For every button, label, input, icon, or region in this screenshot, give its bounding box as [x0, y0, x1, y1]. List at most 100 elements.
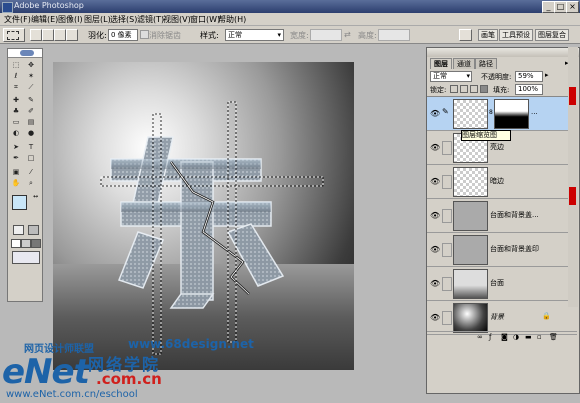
path-select-icon[interactable]: ➤ — [11, 143, 21, 152]
zoom-tool-icon[interactable]: ⌕ — [26, 179, 36, 188]
add-selection-icon[interactable] — [42, 29, 54, 41]
eye-icon[interactable]: 👁 — [430, 279, 440, 288]
delete-layer-icon[interactable]: 🗑 — [549, 333, 558, 341]
screen-mode-standard-icon[interactable] — [11, 239, 21, 248]
type-tool-icon[interactable]: T — [26, 143, 36, 152]
subtract-selection-icon[interactable] — [54, 29, 66, 41]
link-layers-icon[interactable]: ∞ — [477, 333, 483, 341]
height-input[interactable] — [378, 29, 410, 41]
lock-all-icon[interactable] — [480, 85, 488, 93]
standard-mode-icon[interactable] — [13, 225, 24, 235]
layer-style-icon[interactable]: ƒ — [489, 333, 491, 341]
palette-well-icon[interactable] — [459, 29, 472, 41]
tab-brushes[interactable]: 画笔 — [478, 29, 498, 41]
clone-stamp-icon[interactable]: ♣ — [11, 107, 21, 116]
swap-icon[interactable]: ⇄ — [344, 30, 352, 39]
menu-select[interactable]: 选择(S) — [110, 14, 137, 25]
link-slot[interactable] — [442, 141, 452, 155]
layer-thumbnail[interactable] — [453, 99, 488, 129]
marquee-tool-icon[interactable]: ⬚ — [11, 61, 21, 70]
eye-icon[interactable]: 👁 — [430, 109, 440, 118]
eye-icon[interactable]: 👁 — [430, 177, 440, 186]
menu-help[interactable]: 帮助(H) — [218, 14, 246, 25]
menu-view[interactable]: 视图(V) — [163, 14, 191, 25]
jump-to-imageready-icon[interactable] — [12, 251, 40, 264]
dodge-tool-icon[interactable]: ● — [26, 129, 36, 138]
menu-filter[interactable]: 滤镜(T) — [137, 14, 164, 25]
layer-row[interactable]: 👁 台面和背景盖印 — [427, 233, 577, 267]
blend-mode-select[interactable]: 正常 ▾ — [430, 71, 472, 82]
tab-layers[interactable]: 图层 — [430, 58, 452, 69]
eyedropper-icon[interactable]: ⁄ — [26, 168, 36, 177]
brush-tool-icon[interactable]: ✎ — [26, 96, 36, 105]
layer-thumbnail[interactable] — [453, 235, 488, 265]
opacity-input[interactable]: 59% — [515, 71, 543, 82]
menu-layer[interactable]: 图层(L) — [84, 14, 111, 25]
notes-tool-icon[interactable]: ▣ — [11, 168, 21, 177]
blur-tool-icon[interactable]: ◐ — [11, 129, 21, 138]
layer-thumbnail[interactable] — [453, 303, 488, 333]
shape-tool-icon[interactable]: □ — [26, 154, 36, 163]
foreground-color-swatch[interactable] — [12, 195, 27, 210]
layer-thumbnail[interactable] — [453, 167, 488, 197]
antialias-checkbox[interactable] — [140, 30, 149, 39]
tab-channels[interactable]: 通道 — [453, 58, 475, 69]
panel-strip-marker[interactable] — [569, 187, 576, 205]
new-group-icon[interactable]: ▬ — [525, 333, 532, 341]
crop-tool-icon[interactable]: ⌗ — [11, 83, 21, 92]
magic-wand-icon[interactable]: ✶ — [26, 72, 36, 81]
history-brush-icon[interactable]: ✐ — [26, 107, 36, 116]
menu-window[interactable]: 窗口(W) — [190, 14, 220, 25]
lock-position-icon[interactable] — [470, 85, 478, 93]
link-slot[interactable] — [442, 209, 452, 223]
menu-edit[interactable]: 编辑(E) — [31, 14, 58, 25]
tab-layer-comps[interactable]: 图层复合 — [535, 29, 569, 41]
menu-image[interactable]: 图像(I) — [58, 14, 83, 25]
hand-tool-icon[interactable]: ✋ — [11, 179, 21, 188]
lasso-tool-icon[interactable]: ℓ — [11, 72, 21, 81]
link-slot[interactable] — [442, 175, 452, 189]
width-input[interactable] — [310, 29, 342, 41]
move-tool-icon[interactable]: ✥ — [26, 61, 36, 70]
link-slot[interactable] — [442, 243, 452, 257]
new-selection-icon[interactable] — [30, 29, 42, 41]
layer-row[interactable]: 👁 背景 🔒 — [427, 301, 577, 335]
close-button[interactable]: × — [566, 1, 579, 13]
tool-preset-picker[interactable] — [3, 28, 25, 42]
add-mask-icon[interactable]: ◙ — [501, 333, 508, 341]
eye-icon[interactable]: 👁 — [430, 245, 440, 254]
link-slot[interactable] — [442, 277, 452, 291]
panel-strip-marker[interactable] — [569, 87, 576, 105]
layer-mask-thumbnail[interactable] — [494, 99, 529, 129]
menu-file[interactable]: 文件(F) — [4, 14, 31, 25]
opacity-arrow-icon[interactable]: ▸ — [545, 71, 549, 79]
screen-mode-full-menu-icon[interactable] — [21, 239, 31, 248]
eye-icon[interactable]: 👁 — [430, 211, 440, 220]
layer-row[interactable]: 👁 台面和背景盖... — [427, 199, 577, 233]
fill-input[interactable]: 100% — [515, 84, 543, 95]
adjustment-layer-icon[interactable]: ◑ — [513, 333, 519, 341]
tab-tool-presets[interactable]: 工具预设 — [499, 29, 533, 41]
healing-brush-icon[interactable]: ✚ — [11, 96, 21, 105]
gradient-tool-icon[interactable]: ▤ — [26, 118, 36, 127]
layer-row[interactable]: 👁 暗边 — [427, 165, 577, 199]
lock-image-icon[interactable] — [460, 85, 468, 93]
link-slot[interactable] — [442, 311, 452, 325]
slice-tool-icon[interactable]: ⟋ — [26, 83, 36, 92]
quick-mask-icon[interactable] — [28, 225, 39, 235]
eye-icon[interactable]: 👁 — [430, 143, 440, 152]
intersect-selection-icon[interactable] — [66, 29, 78, 41]
feather-input[interactable]: 0 像素 — [108, 29, 138, 41]
eye-icon[interactable]: 👁 — [430, 313, 440, 322]
eraser-tool-icon[interactable]: ▭ — [11, 118, 21, 127]
mask-link-icon[interactable]: 8 — [489, 99, 493, 127]
style-select[interactable]: 正常 ▾ — [225, 29, 284, 41]
pen-tool-icon[interactable]: ✒ — [11, 154, 21, 163]
swap-colors-icon[interactable]: ↔ — [33, 193, 39, 200]
new-layer-icon[interactable]: ▫ — [537, 333, 542, 341]
layer-thumbnail[interactable] — [453, 269, 488, 299]
screen-mode-full-icon[interactable] — [31, 239, 41, 248]
layer-row[interactable]: 👁 台面 — [427, 267, 577, 301]
document-canvas[interactable] — [53, 62, 354, 370]
tab-paths[interactable]: 路径 — [475, 58, 497, 69]
